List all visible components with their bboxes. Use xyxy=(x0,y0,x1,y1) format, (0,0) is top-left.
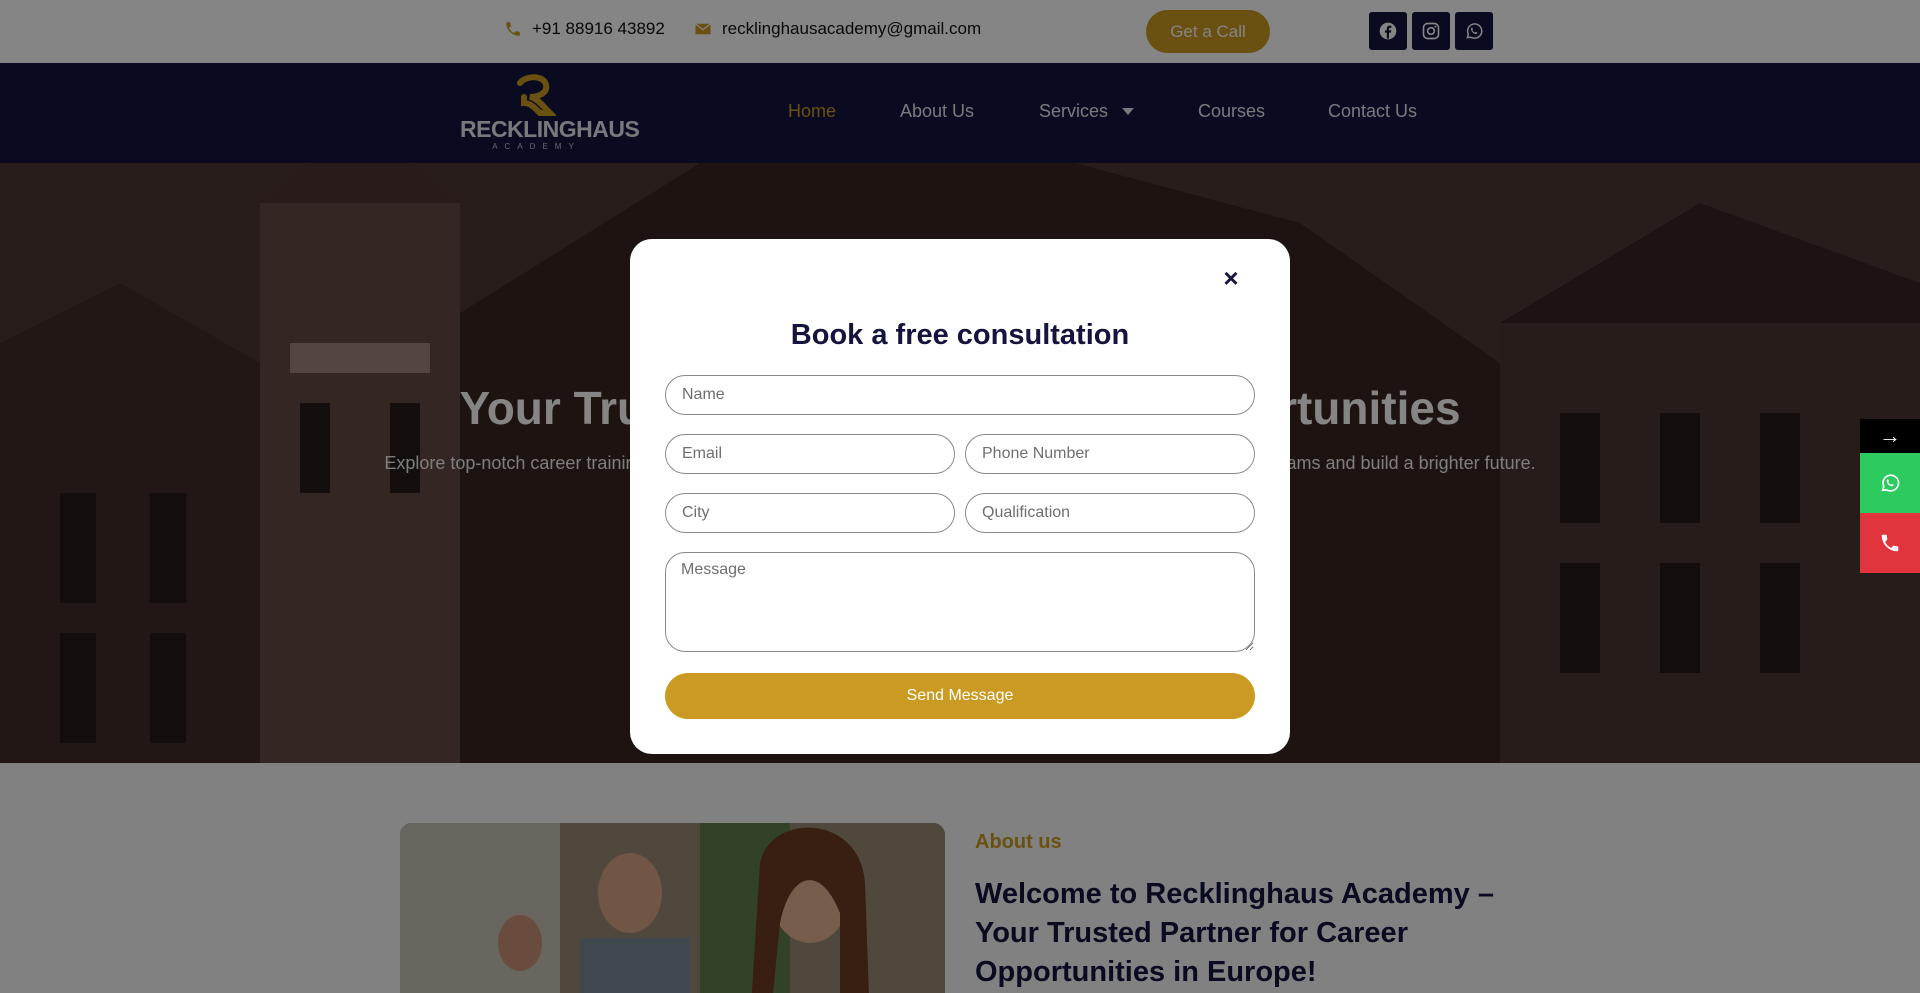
city-input[interactable] xyxy=(665,493,955,533)
phone-icon xyxy=(1881,534,1899,552)
side-call-button[interactable] xyxy=(1860,513,1920,573)
message-textarea[interactable] xyxy=(665,552,1255,652)
close-icon[interactable]: × xyxy=(1218,265,1244,291)
name-input[interactable] xyxy=(665,375,1255,415)
qualification-input[interactable] xyxy=(965,493,1255,533)
phone-number-input[interactable] xyxy=(965,434,1255,474)
consultation-modal: × Book a free consultation Send Message xyxy=(630,239,1290,754)
side-whatsapp-button[interactable] xyxy=(1860,453,1920,513)
whatsapp-icon xyxy=(1881,474,1900,492)
send-message-button[interactable]: Send Message xyxy=(665,673,1255,719)
arrow-right-icon: → xyxy=(1879,423,1901,448)
modal-title: Book a free consultation xyxy=(790,319,1130,351)
email-input[interactable] xyxy=(665,434,955,474)
side-toggle-button[interactable]: → xyxy=(1860,419,1920,453)
